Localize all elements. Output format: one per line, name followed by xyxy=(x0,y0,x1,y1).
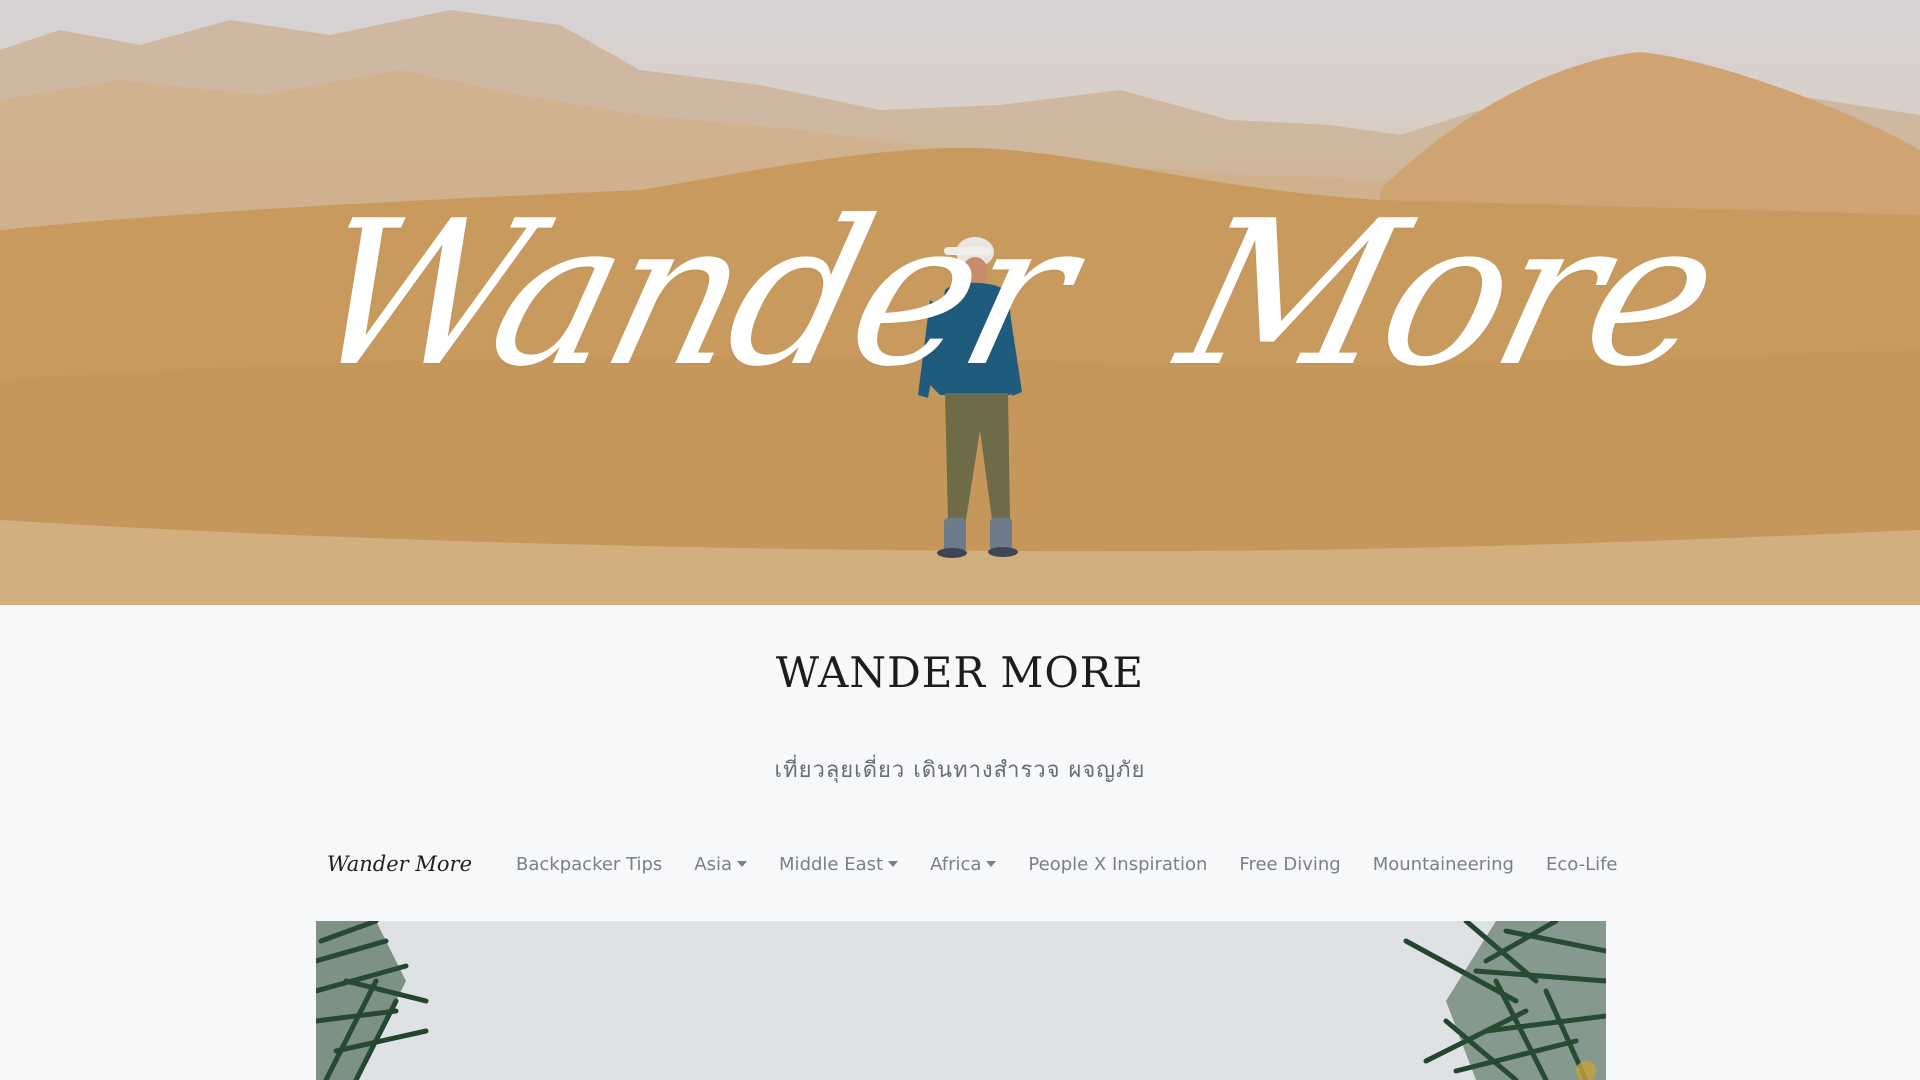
nav-item-africa[interactable]: Africa xyxy=(914,854,1012,875)
nav-item-middle-east[interactable]: Middle East xyxy=(763,854,914,875)
caret-down-icon xyxy=(986,861,997,867)
nav-item-free-diving[interactable]: Free Diving xyxy=(1223,854,1356,875)
caret-down-icon xyxy=(888,861,899,867)
nav-item-label: Free Diving xyxy=(1239,853,1341,875)
hero-script-word-wander: Wander xyxy=(289,178,1090,411)
nav-item-asia[interactable]: Asia xyxy=(678,854,763,875)
hero-script-word-more: More xyxy=(1161,178,1735,411)
nav-item-backpacker-tips[interactable]: Backpacker Tips xyxy=(500,854,678,875)
nav-item-label: Asia xyxy=(694,853,733,875)
nav-item-label: People X Inspiration xyxy=(1028,853,1208,875)
hero-banner: Wander More xyxy=(0,0,1920,605)
nav-item-label: Backpacker Tips xyxy=(516,853,663,875)
nav-item-mountaineering[interactable]: Mountaineering xyxy=(1357,854,1530,875)
site-tagline: เที่ยวลุยเดี่ยว เดินทางสำรวจ ผจญภัย xyxy=(774,758,1146,783)
main-navigation: Wander More Backpacker Tips Asia Middle … xyxy=(315,836,1618,892)
nav-item-people-x-inspiration[interactable]: People X Inspiration xyxy=(1012,854,1223,875)
nav-item-label: Middle East xyxy=(779,853,884,875)
caret-down-icon xyxy=(737,861,748,867)
nav-item-label: Mountaineering xyxy=(1372,853,1514,875)
nav-item-eco-life[interactable]: Eco-Life xyxy=(1530,854,1634,875)
nav-item-label: Africa xyxy=(930,853,982,875)
site-title[interactable]: WANDER MORE xyxy=(0,648,1920,697)
featured-post-image[interactable] xyxy=(316,921,1606,1080)
palm-trees-illustration xyxy=(316,921,1606,1080)
nav-item-label: Eco-Life xyxy=(1545,853,1618,875)
nav-brand-link[interactable]: Wander More xyxy=(315,852,484,876)
